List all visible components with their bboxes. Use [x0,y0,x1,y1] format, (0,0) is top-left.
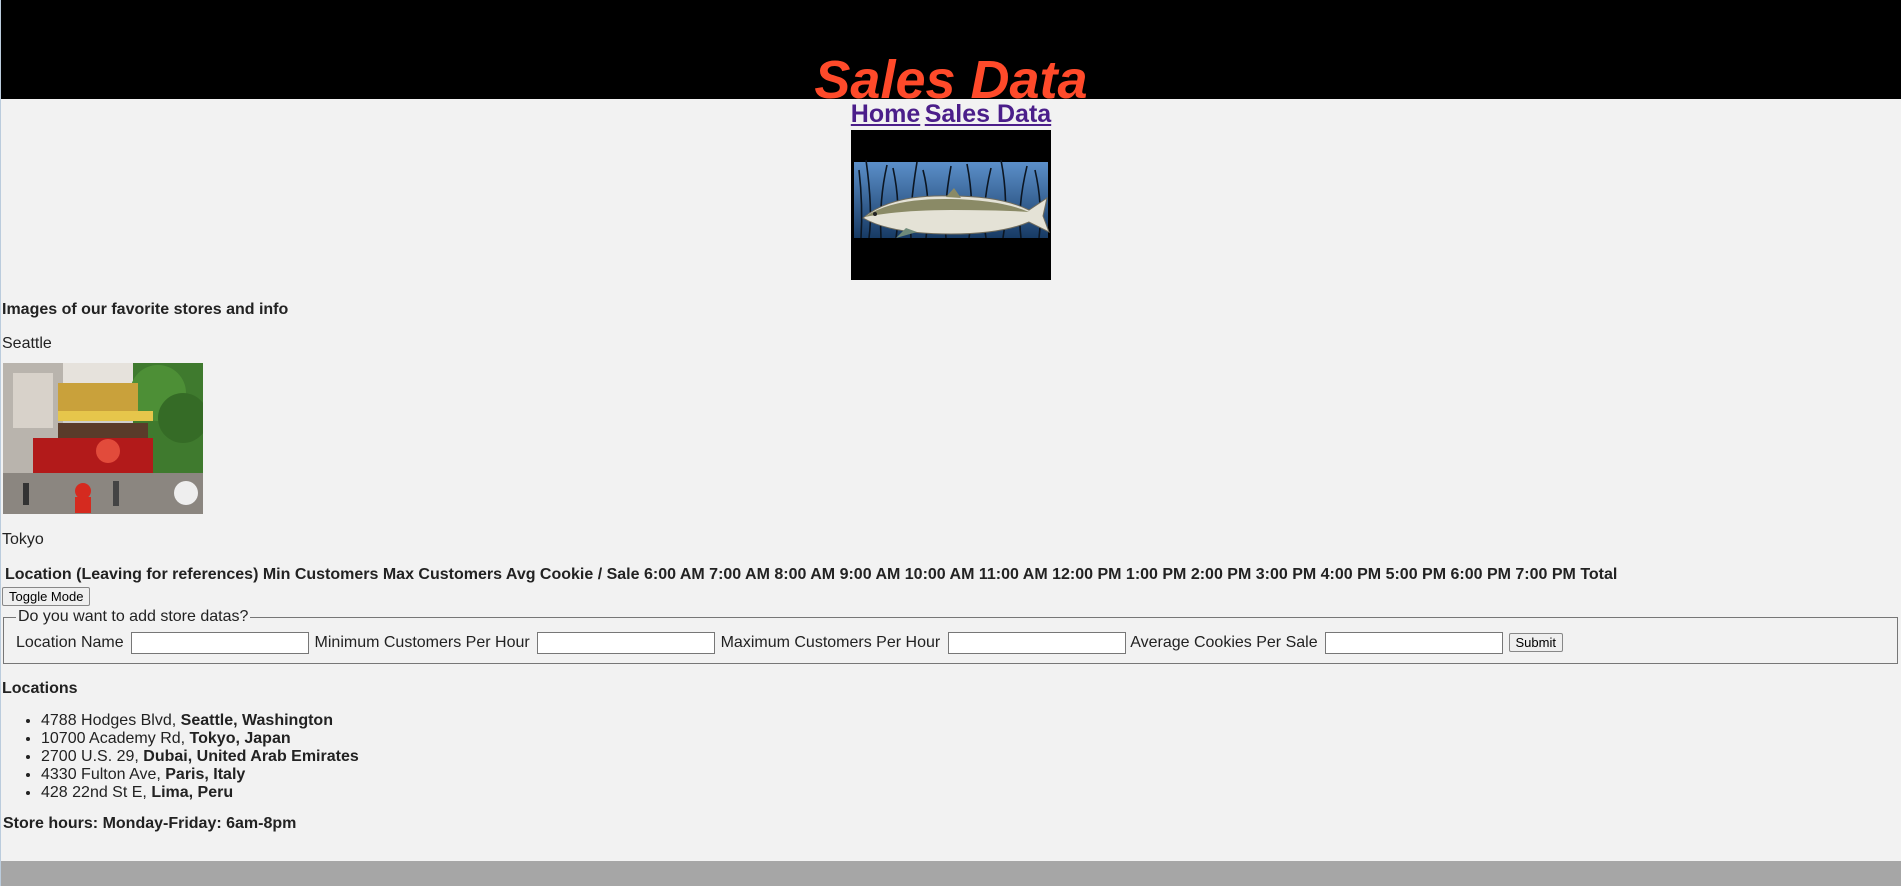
list-item: 428 22nd St E, Lima, Peru [41,784,1901,802]
location-address: 4330 Fulton Ave, [41,766,166,783]
max-customers-label: Maximum Customers Per Hour [720,634,941,652]
salmon-image [851,130,1051,280]
store-photo [3,363,203,514]
sales-table-header: Location (Leaving for references) Min Cu… [5,566,1618,583]
hero-image-container [1,130,1901,280]
min-customers-input[interactable] [537,632,716,654]
location-name-label: Location Name [16,634,124,652]
add-store-form: Do you want to add store datas? Location… [3,608,1898,664]
locations-heading: Locations [2,680,78,697]
list-item: 4330 Fulton Ave, Paris, Italy [41,766,1901,784]
city-label-tokyo: Tokyo [2,531,44,548]
max-customers-input[interactable] [947,632,1126,654]
toggle-mode-button[interactable]: Toggle Mode [2,587,91,606]
location-address: 10700 Academy Rd, [41,730,190,747]
list-item: 10700 Academy Rd, Tokyo, Japan [41,730,1901,748]
site-header: Sales Data [1,0,1901,107]
location-name-input[interactable] [131,632,310,654]
location-address: 4788 Hodges Blvd, [41,712,181,729]
avg-cookies-label: Average Cookies Per Sale [1130,634,1318,652]
location-city: Seattle, Washington [180,712,333,729]
min-customers-label: Minimum Customers Per Hour [314,634,530,652]
store-hours: Store hours: Monday-Friday: 6am-8pm [3,815,297,832]
submit-button[interactable]: Submit [1508,633,1563,653]
favorites-heading: Images of our favorite stores and info [2,301,289,318]
list-item: 2700 U.S. 29, Dubai, United Arab Emirate… [41,748,1901,766]
location-city: Dubai, United Arab Emirates [143,748,359,765]
form-legend: Do you want to add store datas? [18,608,249,625]
list-item: 4788 Hodges Blvd, Seattle, Washington [41,712,1901,730]
city-label-seattle: Seattle [2,335,52,352]
page-title: Sales Data [814,50,1088,110]
location-city: Tokyo, Japan [189,730,291,747]
location-city: Lima, Peru [151,784,234,801]
locations-list: 4788 Hodges Blvd, Seattle, Washington 10… [1,712,1901,802]
location-address: 2700 U.S. 29, [41,748,144,765]
site-footer [1,861,1901,886]
location-city: Paris, Italy [165,766,246,783]
location-address: 428 22nd St E, [41,784,152,801]
avg-cookies-input[interactable] [1325,632,1504,654]
